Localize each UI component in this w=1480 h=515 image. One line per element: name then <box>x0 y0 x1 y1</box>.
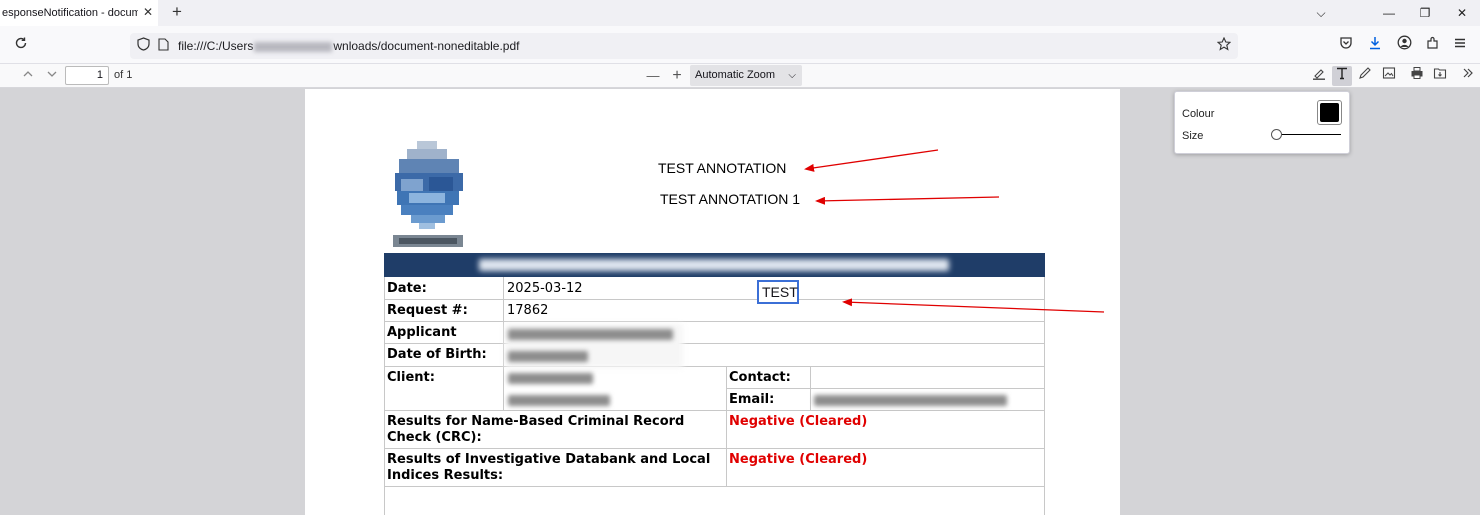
email-label: Email: <box>729 392 775 407</box>
idb-label-line2: Indices Results: <box>387 468 504 483</box>
redacted-client-name <box>508 373 593 384</box>
request-label: Request #: <box>387 303 468 318</box>
crc-label-line2: Check (CRC): <box>387 430 482 445</box>
print-icon[interactable] <box>1407 66 1427 86</box>
redacted-client-org <box>508 395 610 406</box>
table-border <box>384 366 1045 367</box>
highlight-tool-icon[interactable] <box>1309 66 1329 86</box>
zoom-select[interactable]: Automatic Zoom ⌵ <box>690 65 802 86</box>
date-label: Date: <box>387 281 427 296</box>
pocket-icon[interactable] <box>1336 35 1356 55</box>
table-border <box>1044 277 1045 515</box>
chevron-down-icon: ⌵ <box>788 70 796 81</box>
previous-page-icon[interactable] <box>18 66 38 86</box>
extensions-icon[interactable] <box>1423 35 1443 55</box>
zoom-out-button[interactable]: — <box>643 66 663 86</box>
idb-label-line1: Results of Investigative Databank and Lo… <box>387 452 711 467</box>
redacted-applicant-name <box>508 329 673 340</box>
size-slider-thumb[interactable] <box>1271 129 1282 140</box>
crc-label-line1: Results for Name-Based Criminal Record <box>387 414 685 429</box>
idb-result: Negative (Cleared) <box>729 452 868 467</box>
text-annotation-editor[interactable]: TEST <box>757 280 799 304</box>
size-slider-track[interactable] <box>1275 134 1341 135</box>
draw-tool-icon[interactable] <box>1355 66 1375 86</box>
date-value: 2025-03-12 <box>507 281 583 296</box>
report-title-banner <box>384 253 1045 277</box>
page-icon[interactable] <box>153 36 173 56</box>
zoom-select-label: Automatic Zoom <box>695 69 776 81</box>
redacted-email <box>814 395 1007 406</box>
text-annotation[interactable]: TEST ANNOTATION <box>658 160 786 176</box>
tools-overflow-icon[interactable] <box>1458 66 1478 86</box>
applicant-label: Applicant <box>387 325 457 340</box>
tab-strip: esponseNotification - document ✕ + ⌵ — ❐… <box>0 0 1480 26</box>
request-value: 17862 <box>507 303 549 318</box>
downloads-icon[interactable] <box>1365 35 1385 55</box>
page-number-input[interactable]: 1 <box>65 66 109 85</box>
dob-label: Date of Birth: <box>387 347 487 362</box>
image-tool-icon[interactable] <box>1379 66 1399 86</box>
contact-label: Contact: <box>729 370 791 385</box>
navigation-bar: file:///C:/Users wnloads/document-nonedit… <box>0 26 1480 64</box>
zoom-in-button[interactable]: + <box>667 66 687 86</box>
url-bar[interactable]: file:///C:/Users wnloads/document-nonedit… <box>130 33 1238 59</box>
browser-tab[interactable]: esponseNotification - document ✕ <box>0 0 158 26</box>
text-annotation[interactable]: TEST ANNOTATION 1 <box>660 191 800 207</box>
client-label: Client: <box>387 370 435 385</box>
close-window-icon[interactable]: ✕ <box>1453 4 1471 22</box>
maximize-icon[interactable]: ❐ <box>1416 4 1434 22</box>
text-tool-icon[interactable] <box>1332 66 1352 86</box>
table-border <box>384 448 1045 449</box>
bookmark-star-icon[interactable] <box>1214 36 1234 56</box>
organization-logo <box>393 141 463 247</box>
table-border <box>384 343 1045 344</box>
minimize-icon[interactable]: — <box>1380 4 1398 22</box>
size-label: Size <box>1182 130 1204 142</box>
new-tab-button[interactable]: + <box>168 3 186 21</box>
redacted-username <box>254 41 333 52</box>
shield-icon[interactable] <box>133 36 153 56</box>
save-icon[interactable] <box>1430 66 1450 86</box>
table-border <box>384 410 1045 411</box>
redacted-date-of-birth <box>508 351 588 362</box>
account-icon[interactable] <box>1394 35 1414 55</box>
menu-icon[interactable] <box>1450 35 1470 55</box>
tab-title: esponseNotification - document <box>2 7 138 19</box>
reload-icon[interactable] <box>11 35 31 55</box>
redacted-report-title <box>479 259 949 271</box>
table-border <box>384 299 1045 300</box>
url-text: file:///C:/Users wnloads/document-nonedit… <box>178 39 520 53</box>
text-editor-popup: Colour Size <box>1174 91 1350 154</box>
table-border <box>384 321 1045 322</box>
table-border <box>384 486 1045 487</box>
page-count: of 1 <box>114 69 133 81</box>
list-tabs-icon[interactable]: ⌵ <box>1312 4 1330 22</box>
table-border <box>726 388 1045 389</box>
close-icon[interactable]: ✕ <box>141 5 155 19</box>
table-border <box>384 277 385 515</box>
next-page-icon[interactable] <box>42 66 62 86</box>
table-border <box>726 366 727 486</box>
colour-swatch <box>1320 103 1339 122</box>
colour-label: Colour <box>1182 108 1215 120</box>
pdf-toolbar: 1 of 1 — + Automatic Zoom ⌵ <box>0 64 1480 88</box>
crc-result: Negative (Cleared) <box>729 414 868 429</box>
colour-picker[interactable] <box>1317 100 1342 125</box>
